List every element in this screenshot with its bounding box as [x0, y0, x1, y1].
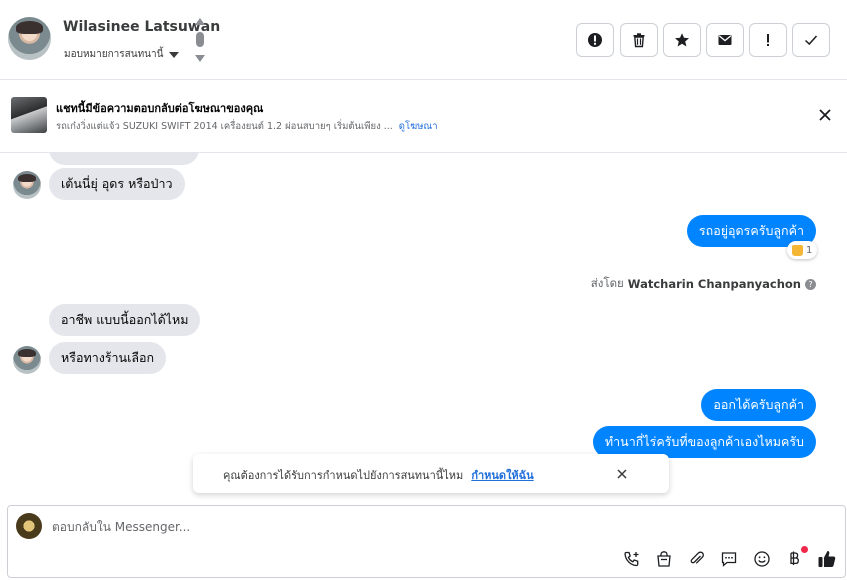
sent-by-label: ส่งโดย Watcharin Chanpanyachon ? — [591, 275, 816, 293]
page-avatar — [16, 513, 42, 539]
ad-thumbnail[interactable] — [11, 97, 47, 133]
spam-button[interactable] — [749, 23, 787, 57]
scroll-thumb[interactable] — [196, 32, 204, 47]
thumbs-up-emoji-icon — [792, 244, 803, 256]
sent-by-prefix: ส่งโดย — [590, 276, 624, 290]
conversation-header: Wilasinee Latsuwan มอบหมายการสนทนานี้ — [0, 0, 847, 80]
ad-description: รถเก๋งวิ่งแต่แจ้ว SUZUKI SWIFT 2014 เครื… — [56, 119, 438, 134]
check-icon — [804, 35, 818, 46]
assign-dropdown[interactable]: มอบหมายการสนทนานี้ — [64, 47, 180, 62]
scroll-up-icon[interactable] — [195, 18, 205, 25]
assign-label: มอบหมายการสนทนานี้ — [64, 49, 164, 60]
delete-button[interactable] — [620, 23, 658, 57]
sender-avatar[interactable] — [13, 346, 41, 374]
exclamation-icon — [767, 34, 769, 46]
report-button[interactable] — [576, 23, 614, 57]
message-bubble-partial — [49, 153, 199, 165]
assign-to-me-link[interactable]: กำหนดให้ฉัน — [471, 469, 533, 482]
notification-dot — [801, 546, 808, 553]
phone-add-icon[interactable] — [623, 550, 641, 568]
mark-unread-button[interactable] — [706, 23, 744, 57]
reaction-badge[interactable]: 1 — [787, 241, 818, 259]
incoming-message[interactable]: เต้นนี่ยุ่ อุดร หรือป่าว — [49, 168, 185, 200]
payment-baht-icon[interactable] — [785, 550, 803, 568]
mark-done-button[interactable] — [792, 23, 830, 57]
saved-replies-icon[interactable] — [720, 550, 738, 568]
scroll-down-icon[interactable] — [195, 55, 205, 62]
thumbs-up-icon[interactable] — [817, 549, 837, 569]
view-ad-link[interactable]: ดูโฆษณา — [399, 121, 438, 132]
star-button[interactable] — [663, 23, 701, 57]
reaction-count: 1 — [806, 244, 813, 256]
emoji-icon[interactable] — [753, 550, 771, 568]
shopping-bag-icon[interactable] — [655, 550, 673, 568]
contact-avatar[interactable] — [8, 17, 51, 60]
header-scroller[interactable] — [195, 18, 205, 64]
attachment-icon[interactable] — [688, 550, 706, 568]
message-composer — [7, 505, 846, 578]
outgoing-message[interactable]: ออกได้ครับลูกค้า — [701, 389, 816, 421]
ad-reply-banner: แชทนี้มีข้อความตอบกลับต่อโฆษณาของคุณ รถเ… — [0, 81, 847, 153]
reply-input[interactable] — [52, 520, 652, 534]
report-icon — [588, 33, 602, 47]
trash-icon — [633, 33, 645, 48]
star-icon — [675, 33, 689, 47]
assign-prompt-text: คุณต้องการได้รับการกำหนดไปยังการสนทนานี้… — [223, 466, 534, 484]
caret-down-icon — [169, 51, 180, 58]
incoming-message[interactable]: หรือทางร้านเลือก — [49, 342, 167, 374]
assign-prompt-message: คุณต้องการได้รับการกำหนดไปยังการสนทนานี้… — [223, 469, 464, 482]
close-icon[interactable] — [815, 105, 835, 125]
sent-by-name: Watcharin Chanpanyachon — [627, 277, 801, 291]
incoming-message[interactable]: อาชีพ แบบนี้ออกได้ไหม — [49, 304, 201, 336]
message-thread[interactable]: เต้นนี่ยุ่ อุดร หรือป่าว รถอยู่อุดรครับล… — [0, 153, 847, 503]
close-icon[interactable] — [615, 467, 629, 481]
mail-icon — [718, 35, 732, 45]
assign-prompt: คุณต้องการได้รับการกำหนดไปยังการสนทนานี้… — [193, 454, 669, 493]
ad-banner-title: แชทนี้มีข้อความตอบกลับต่อโฆษณาของคุณ — [56, 102, 264, 115]
help-icon[interactable]: ? — [805, 278, 816, 290]
sender-avatar[interactable] — [13, 171, 41, 199]
ad-description-text: รถเก๋งวิ่งแต่แจ้ว SUZUKI SWIFT 2014 เครื… — [56, 121, 393, 132]
